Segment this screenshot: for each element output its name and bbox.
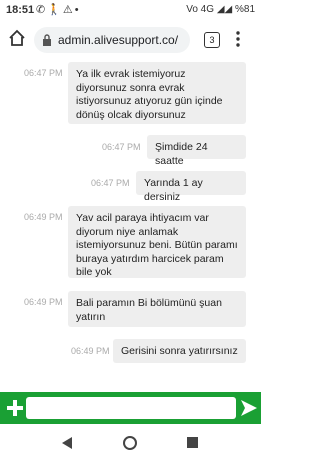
incoming-message: Bali paramın Bi bölümünü şuan yatırın (68, 291, 246, 327)
url-text: admin.alivesupport.co/ (58, 33, 179, 47)
back-icon[interactable] (60, 436, 74, 450)
message-timestamp: 06:49 PM (24, 297, 63, 307)
home-icon[interactable] (8, 29, 26, 47)
status-bar: 18:51 ✆🚶⚠• Vo 4G ◢◢ %81 (0, 0, 261, 22)
home-nav-icon[interactable] (122, 435, 138, 451)
status-right: Vo 4G ◢◢ %81 (186, 4, 255, 15)
signal-icon: ◢◢ (216, 4, 233, 15)
battery-label: %81 (234, 4, 255, 15)
more-menu-icon[interactable] (236, 30, 240, 48)
plus-icon[interactable] (4, 396, 26, 420)
message-input[interactable] (26, 397, 236, 419)
incoming-message: Ya ilk evrak istemiyoruz diyorsunuz sonr… (68, 62, 246, 124)
recent-apps-icon[interactable] (186, 436, 199, 449)
message-timestamp: 06:49 PM (24, 212, 63, 222)
message-timestamp: 06:47 PM (102, 142, 141, 152)
dot-icon: • (74, 4, 81, 16)
incoming-message: Yav acil paraya ihtiyacım var diyorum ni… (68, 206, 246, 278)
outgoing-message: Gerisini sonra yatırırsınız (113, 339, 246, 363)
system-nav-bar (0, 424, 261, 463)
notification-icons: ✆🚶⚠• (36, 3, 81, 16)
message-timestamp: 06:49 PM (71, 346, 110, 356)
signal-alert-icon: ⚠ (62, 4, 75, 16)
tab-switcher-button[interactable]: 3 (204, 32, 220, 48)
lock-icon (43, 34, 51, 46)
message-timestamp: 06:47 PM (24, 68, 63, 78)
browser-toolbar: admin.alivesupport.co/ 3 (0, 22, 261, 59)
status-time: 18:51 (6, 4, 35, 16)
outgoing-message: Şimdide 24 saatte (147, 135, 246, 167)
whatsapp-icon: ✆ (36, 4, 48, 16)
send-icon[interactable] (239, 397, 259, 419)
outgoing-message: Yarında 1 ay dersiniz (136, 171, 246, 203)
network-label: Vo 4G (186, 4, 215, 15)
walking-icon: 🚶 (47, 4, 63, 16)
address-bar[interactable]: admin.alivesupport.co/ (34, 27, 190, 53)
message-timestamp: 06:47 PM (91, 178, 130, 188)
message-composer (0, 392, 261, 424)
chat-messages: 06:47 PM Ya ilk evrak istemiyoruz diyors… (0, 58, 261, 388)
